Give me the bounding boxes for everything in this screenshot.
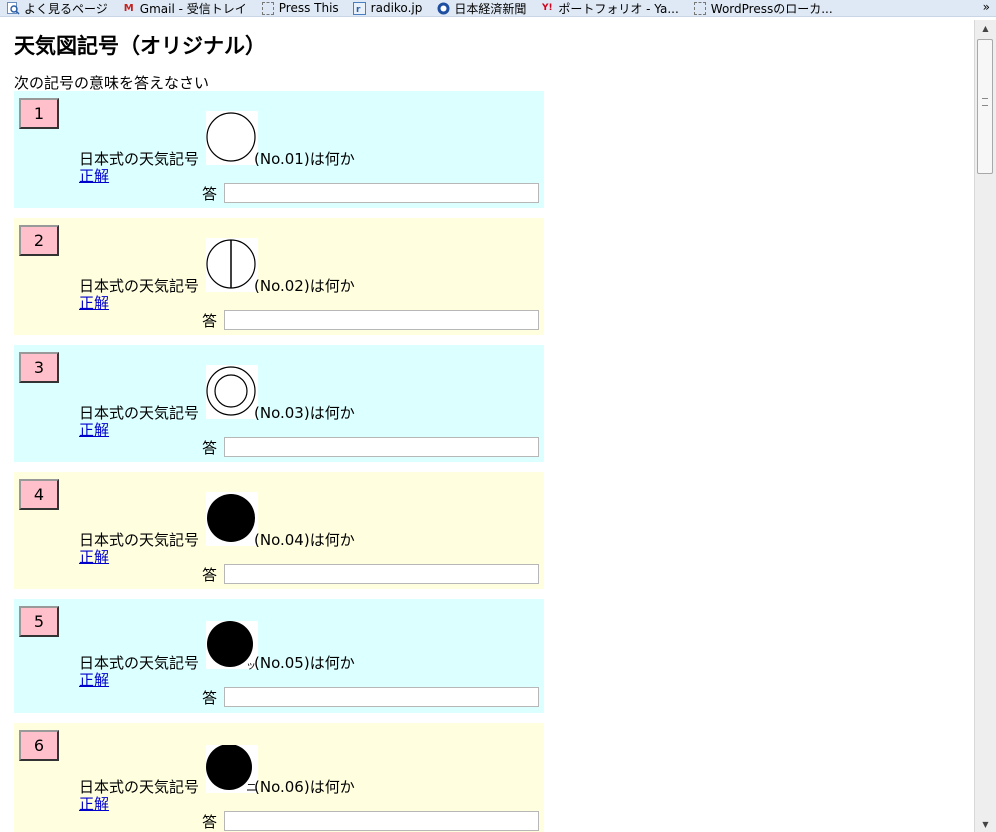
bookmark-label: radiko.jp <box>370 1 423 15</box>
nikkei-icon <box>436 1 450 15</box>
question-number-button[interactable]: 4 <box>19 479 59 510</box>
question-suffix: (No.02)は何か <box>254 277 355 295</box>
answer-link[interactable]: 正解 <box>79 419 109 440</box>
question-suffix: (No.03)は何か <box>254 404 355 422</box>
bookmark-nikkei[interactable]: 日本経済新聞 <box>436 0 527 16</box>
question-number-button[interactable]: 5 <box>19 606 59 637</box>
radiko-icon: r <box>353 1 367 15</box>
question-suffix: (No.01)は何か <box>254 150 355 168</box>
answer-link[interactable]: 正解 <box>79 793 109 814</box>
answer-input[interactable] <box>224 687 539 707</box>
search-page-icon <box>6 1 20 15</box>
answer-label: 答 <box>202 312 218 330</box>
answer-input[interactable] <box>224 564 539 584</box>
instruction-text: 次の記号の意味を答えなさい <box>14 74 210 92</box>
bookmark-frequent[interactable]: よく見るページ <box>6 0 108 16</box>
blank-page-icon <box>261 1 275 15</box>
answer-link[interactable]: 正解 <box>79 669 109 690</box>
answer-label: 答 <box>202 185 218 203</box>
answer-link[interactable]: 正解 <box>79 165 109 186</box>
answer-label: 答 <box>202 439 218 457</box>
scroll-down-arrow-icon[interactable]: ▼ <box>975 816 996 832</box>
answer-link[interactable]: 正解 <box>79 546 109 567</box>
bookmark-label: Gmail - 受信トレイ <box>139 1 247 16</box>
vertical-scrollbar[interactable]: ▲ ▼ <box>974 20 996 832</box>
gmail-icon: M <box>123 2 134 14</box>
yahoo-icon: Y! <box>542 3 553 13</box>
scrollbar-thumb[interactable] <box>977 39 993 174</box>
answer-input[interactable] <box>224 811 539 831</box>
question-number-button[interactable]: 6 <box>19 730 59 761</box>
bookmark-label: よく見るページ <box>24 1 108 16</box>
answer-input[interactable] <box>224 437 539 457</box>
bookmark-wordpress[interactable]: WordPressのローカ... <box>693 0 833 16</box>
empty-circle-icon <box>206 111 258 165</box>
bookmark-radiko[interactable]: r radiko.jp <box>353 1 423 15</box>
bookmark-label: 日本経済新聞 <box>454 1 527 16</box>
question-block: 6 日本式の天気記号 ニ (No.06)は何か 正解 答 <box>14 723 544 832</box>
bookmark-label: ポートフォリオ - Ya... <box>558 1 679 16</box>
page-title: 天気図記号（オリジナル） <box>14 34 266 58</box>
answer-label: 答 <box>202 566 218 584</box>
question-block: 3 日本式の天気記号 (No.03)は何か 正解 答 <box>14 345 544 462</box>
question-number-button[interactable]: 2 <box>19 225 59 256</box>
question-number-button[interactable]: 3 <box>19 352 59 383</box>
question-block: 1 日本式の天気記号 (No.01)は何か 正解 答 <box>14 91 544 208</box>
answer-input[interactable] <box>224 310 539 330</box>
scroll-up-arrow-icon[interactable]: ▲ <box>975 20 996 36</box>
filled-circle-icon <box>206 492 258 546</box>
answer-label: 答 <box>202 813 218 831</box>
answer-input[interactable] <box>224 183 539 203</box>
bookmark-label: Press This <box>278 1 339 15</box>
answer-label: 答 <box>202 689 218 707</box>
question-block: 4 日本式の天気記号 (No.04)は何か 正解 答 <box>14 472 544 589</box>
bookmarks-overflow-icon[interactable]: » <box>983 0 990 14</box>
question-suffix: (No.05)は何か <box>254 654 355 672</box>
question-number-button[interactable]: 1 <box>19 98 59 129</box>
circle-vertical-line-icon <box>206 238 258 292</box>
bookmarks-bar: よく見るページ M Gmail - 受信トレイ Press This r rad… <box>0 0 996 17</box>
bookmark-gmail[interactable]: M Gmail - 受信トレイ <box>122 0 247 16</box>
double-circle-icon <box>206 365 258 419</box>
question-block: 2 日本式の天気記号 (No.02)は何か 正解 答 <box>14 218 544 335</box>
bookmark-label: WordPressのローカ... <box>710 1 833 16</box>
bookmark-press-this[interactable]: Press This <box>261 1 339 15</box>
svg-text:r: r <box>356 5 361 15</box>
question-suffix: (No.06)は何か <box>254 778 355 796</box>
bookmark-portfolio[interactable]: Y! ポートフォリオ - Ya... <box>540 0 679 16</box>
page-content: 天気図記号（オリジナル） 次の記号の意味を答えなさい 1 日本式の天気記号 (N… <box>0 20 974 832</box>
blank-page-icon <box>693 1 707 15</box>
question-suffix: (No.04)は何か <box>254 531 355 549</box>
answer-link[interactable]: 正解 <box>79 292 109 313</box>
grip-icon <box>982 98 988 106</box>
question-block: 5 日本式の天気記号 ッ (No.05)は何か 正解 答 <box>14 599 544 713</box>
